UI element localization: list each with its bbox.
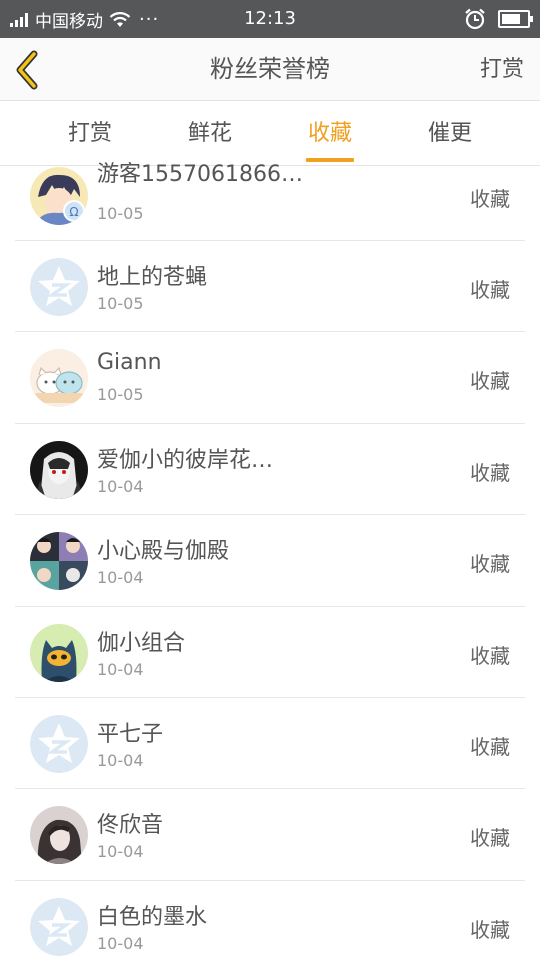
fan-date: 10-04 xyxy=(97,750,144,770)
fan-date: 10-04 xyxy=(97,476,144,496)
avatar-anime-boy-icon: Ω xyxy=(30,167,88,225)
avatar-cat-mask-icon xyxy=(30,623,88,682)
fan-row[interactable]: 伽小组合 10-04 收藏 xyxy=(15,607,525,698)
alarm-icon xyxy=(465,8,485,30)
tab-label: 鲜花 xyxy=(187,121,232,146)
svg-text:Ω: Ω xyxy=(69,205,78,219)
avatar-default-star-icon xyxy=(30,897,88,956)
fan-action: 收藏 xyxy=(470,369,510,394)
fan-row[interactable]: 平七子 10-04 收藏 xyxy=(15,698,525,790)
avatar-dark-anime-icon xyxy=(30,440,88,499)
fan-row[interactable]: 地上的苍蝇 10-05 收藏 xyxy=(15,241,525,333)
fan-date: 10-04 xyxy=(97,659,144,679)
fan-action: 收藏 xyxy=(470,643,510,668)
fan-name: 地上的苍蝇 xyxy=(97,265,208,290)
fan-row[interactable]: Ω 游客1557061866… 10-05 收藏 xyxy=(15,150,525,241)
fan-name: 伽小组合 xyxy=(97,630,186,656)
battery-icon xyxy=(498,10,533,28)
page-title: 粉丝荣誉榜 xyxy=(210,55,330,83)
avatar-cute-cats-icon xyxy=(30,349,88,408)
tip-button[interactable]: 打赏 xyxy=(480,38,524,101)
fan-name: 白色的墨水 xyxy=(97,904,208,930)
fan-name: 小心殿与伽殿 xyxy=(97,539,230,565)
fan-name: 平七子 xyxy=(97,721,164,747)
tab-label: 催更 xyxy=(427,121,472,146)
avatar-portrait-icon xyxy=(30,806,88,865)
status-time: 12:13 xyxy=(244,8,296,29)
fan-date: 10-04 xyxy=(97,842,144,862)
fan-date: 10-05 xyxy=(97,385,144,405)
fan-date: 10-04 xyxy=(97,933,144,953)
avatar-collage-icon xyxy=(30,532,88,591)
fan-row[interactable]: Giann 10-05 收藏 xyxy=(15,332,525,424)
status-right xyxy=(464,0,533,38)
fan-name: 游客1557061866… xyxy=(97,162,303,187)
avatar-default-star-icon xyxy=(30,714,88,773)
tab-label: 打赏 xyxy=(67,121,112,146)
fan-list: Ω 游客1557061866… 10-05 收藏 地上的苍蝇 10-05 收藏 xyxy=(15,150,525,960)
fan-name: Giann xyxy=(97,350,162,376)
fan-action: 收藏 xyxy=(470,734,510,759)
tab-label: 收藏 xyxy=(307,121,352,146)
nav-bar: 粉丝荣誉榜 打赏 xyxy=(0,38,540,101)
avatar-default-star-icon xyxy=(30,258,88,316)
fan-date: 10-04 xyxy=(97,568,144,588)
fan-action: 收藏 xyxy=(470,460,510,485)
fan-row[interactable]: 小心殿与伽殿 10-04 收藏 xyxy=(15,515,525,607)
fan-action: 收藏 xyxy=(470,826,510,851)
fan-action: 收藏 xyxy=(470,552,510,577)
fan-name: 爱伽小的彼岸花… xyxy=(97,447,274,473)
fan-action: 收藏 xyxy=(470,917,510,942)
fan-action: 收藏 xyxy=(470,187,510,211)
fan-name: 佟欣音 xyxy=(97,813,164,839)
fan-action: 收藏 xyxy=(470,278,510,302)
fan-row[interactable]: 爱伽小的彼岸花… 10-04 收藏 xyxy=(15,424,525,516)
fan-row[interactable]: 佟欣音 10-04 收藏 xyxy=(15,789,525,881)
fan-date: 10-05 xyxy=(97,294,144,313)
status-bar: 中国移动 ··· 12:13 xyxy=(0,0,540,38)
fan-date: 10-05 xyxy=(97,204,144,223)
fan-row[interactable]: 白色的墨水 10-04 收藏 xyxy=(15,881,525,960)
